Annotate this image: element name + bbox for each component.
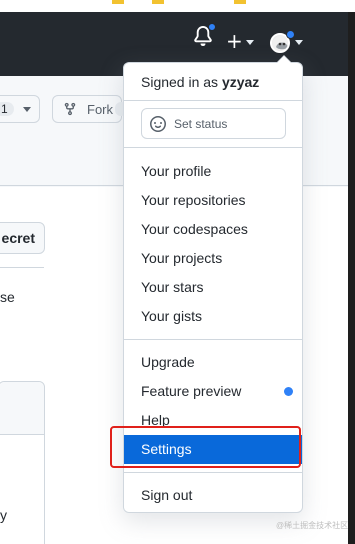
menu-item-feature-preview[interactable]: Feature preview: [124, 377, 302, 406]
menu-item-upgrade[interactable]: Upgrade: [124, 348, 302, 377]
fork-button[interactable]: Fork: [52, 95, 127, 123]
menu-item-settings[interactable]: Settings: [124, 435, 302, 464]
github-page: + 1 Fork ecret se y Signed in as yzyaz S…: [0, 0, 355, 544]
menu-item-your-codespaces[interactable]: Your codespaces: [124, 215, 302, 244]
user-menu-dropdown: Signed in as yzyaz Set status Your profi…: [123, 55, 303, 513]
text-fragment: se: [0, 289, 15, 305]
new-secret-button[interactable]: ecret: [0, 222, 45, 254]
fork-label: Fork: [87, 102, 113, 117]
chevron-down-icon[interactable]: [246, 40, 254, 45]
menu-item-your-projects[interactable]: Your projects: [124, 244, 302, 273]
watermark: @稀土掘金技术社区: [276, 521, 349, 530]
content-box-header: [0, 382, 44, 435]
smiley-icon: [150, 116, 166, 132]
menu-item-your-profile[interactable]: Your profile: [124, 157, 302, 186]
chevron-down-icon[interactable]: [295, 40, 303, 45]
divider: [124, 339, 302, 340]
set-status-button[interactable]: Set status: [141, 108, 286, 139]
divider: [124, 147, 302, 148]
signed-in-prefix: Signed in as: [141, 74, 219, 90]
username: yzyaz: [221, 74, 260, 90]
divider: [0, 267, 44, 268]
signed-in-label: Signed in as yzyaz: [141, 74, 259, 90]
text-fragment: y: [0, 507, 7, 523]
fork-icon: [64, 102, 76, 116]
menu-item-help[interactable]: Help: [124, 406, 302, 435]
bookmark-icon[interactable]: [112, 0, 124, 4]
watch-button[interactable]: 1: [0, 95, 40, 123]
divider: [124, 100, 302, 101]
bookmark-icon[interactable]: [234, 0, 246, 4]
feature-preview-label: Feature preview: [141, 383, 242, 399]
watch-count: 1: [0, 102, 14, 116]
notification-dot: [286, 30, 295, 39]
menu-item-your-stars[interactable]: Your stars: [124, 273, 302, 302]
notification-dot: [208, 23, 216, 31]
bookmark-icon[interactable]: [152, 0, 164, 4]
set-status-label: Set status: [174, 117, 228, 131]
browser-bookmark-strip: [0, 0, 355, 12]
menu-item-your-repositories[interactable]: Your repositories: [124, 186, 302, 215]
divider: [124, 472, 302, 473]
new-feature-dot: [284, 387, 293, 396]
chevron-down-icon: [23, 107, 31, 112]
plus-icon[interactable]: +: [226, 31, 243, 51]
bell-icon[interactable]: [193, 23, 216, 46]
menu-item-sign-out[interactable]: Sign out: [124, 481, 302, 510]
menu-item-your-gists[interactable]: Your gists: [124, 302, 302, 331]
